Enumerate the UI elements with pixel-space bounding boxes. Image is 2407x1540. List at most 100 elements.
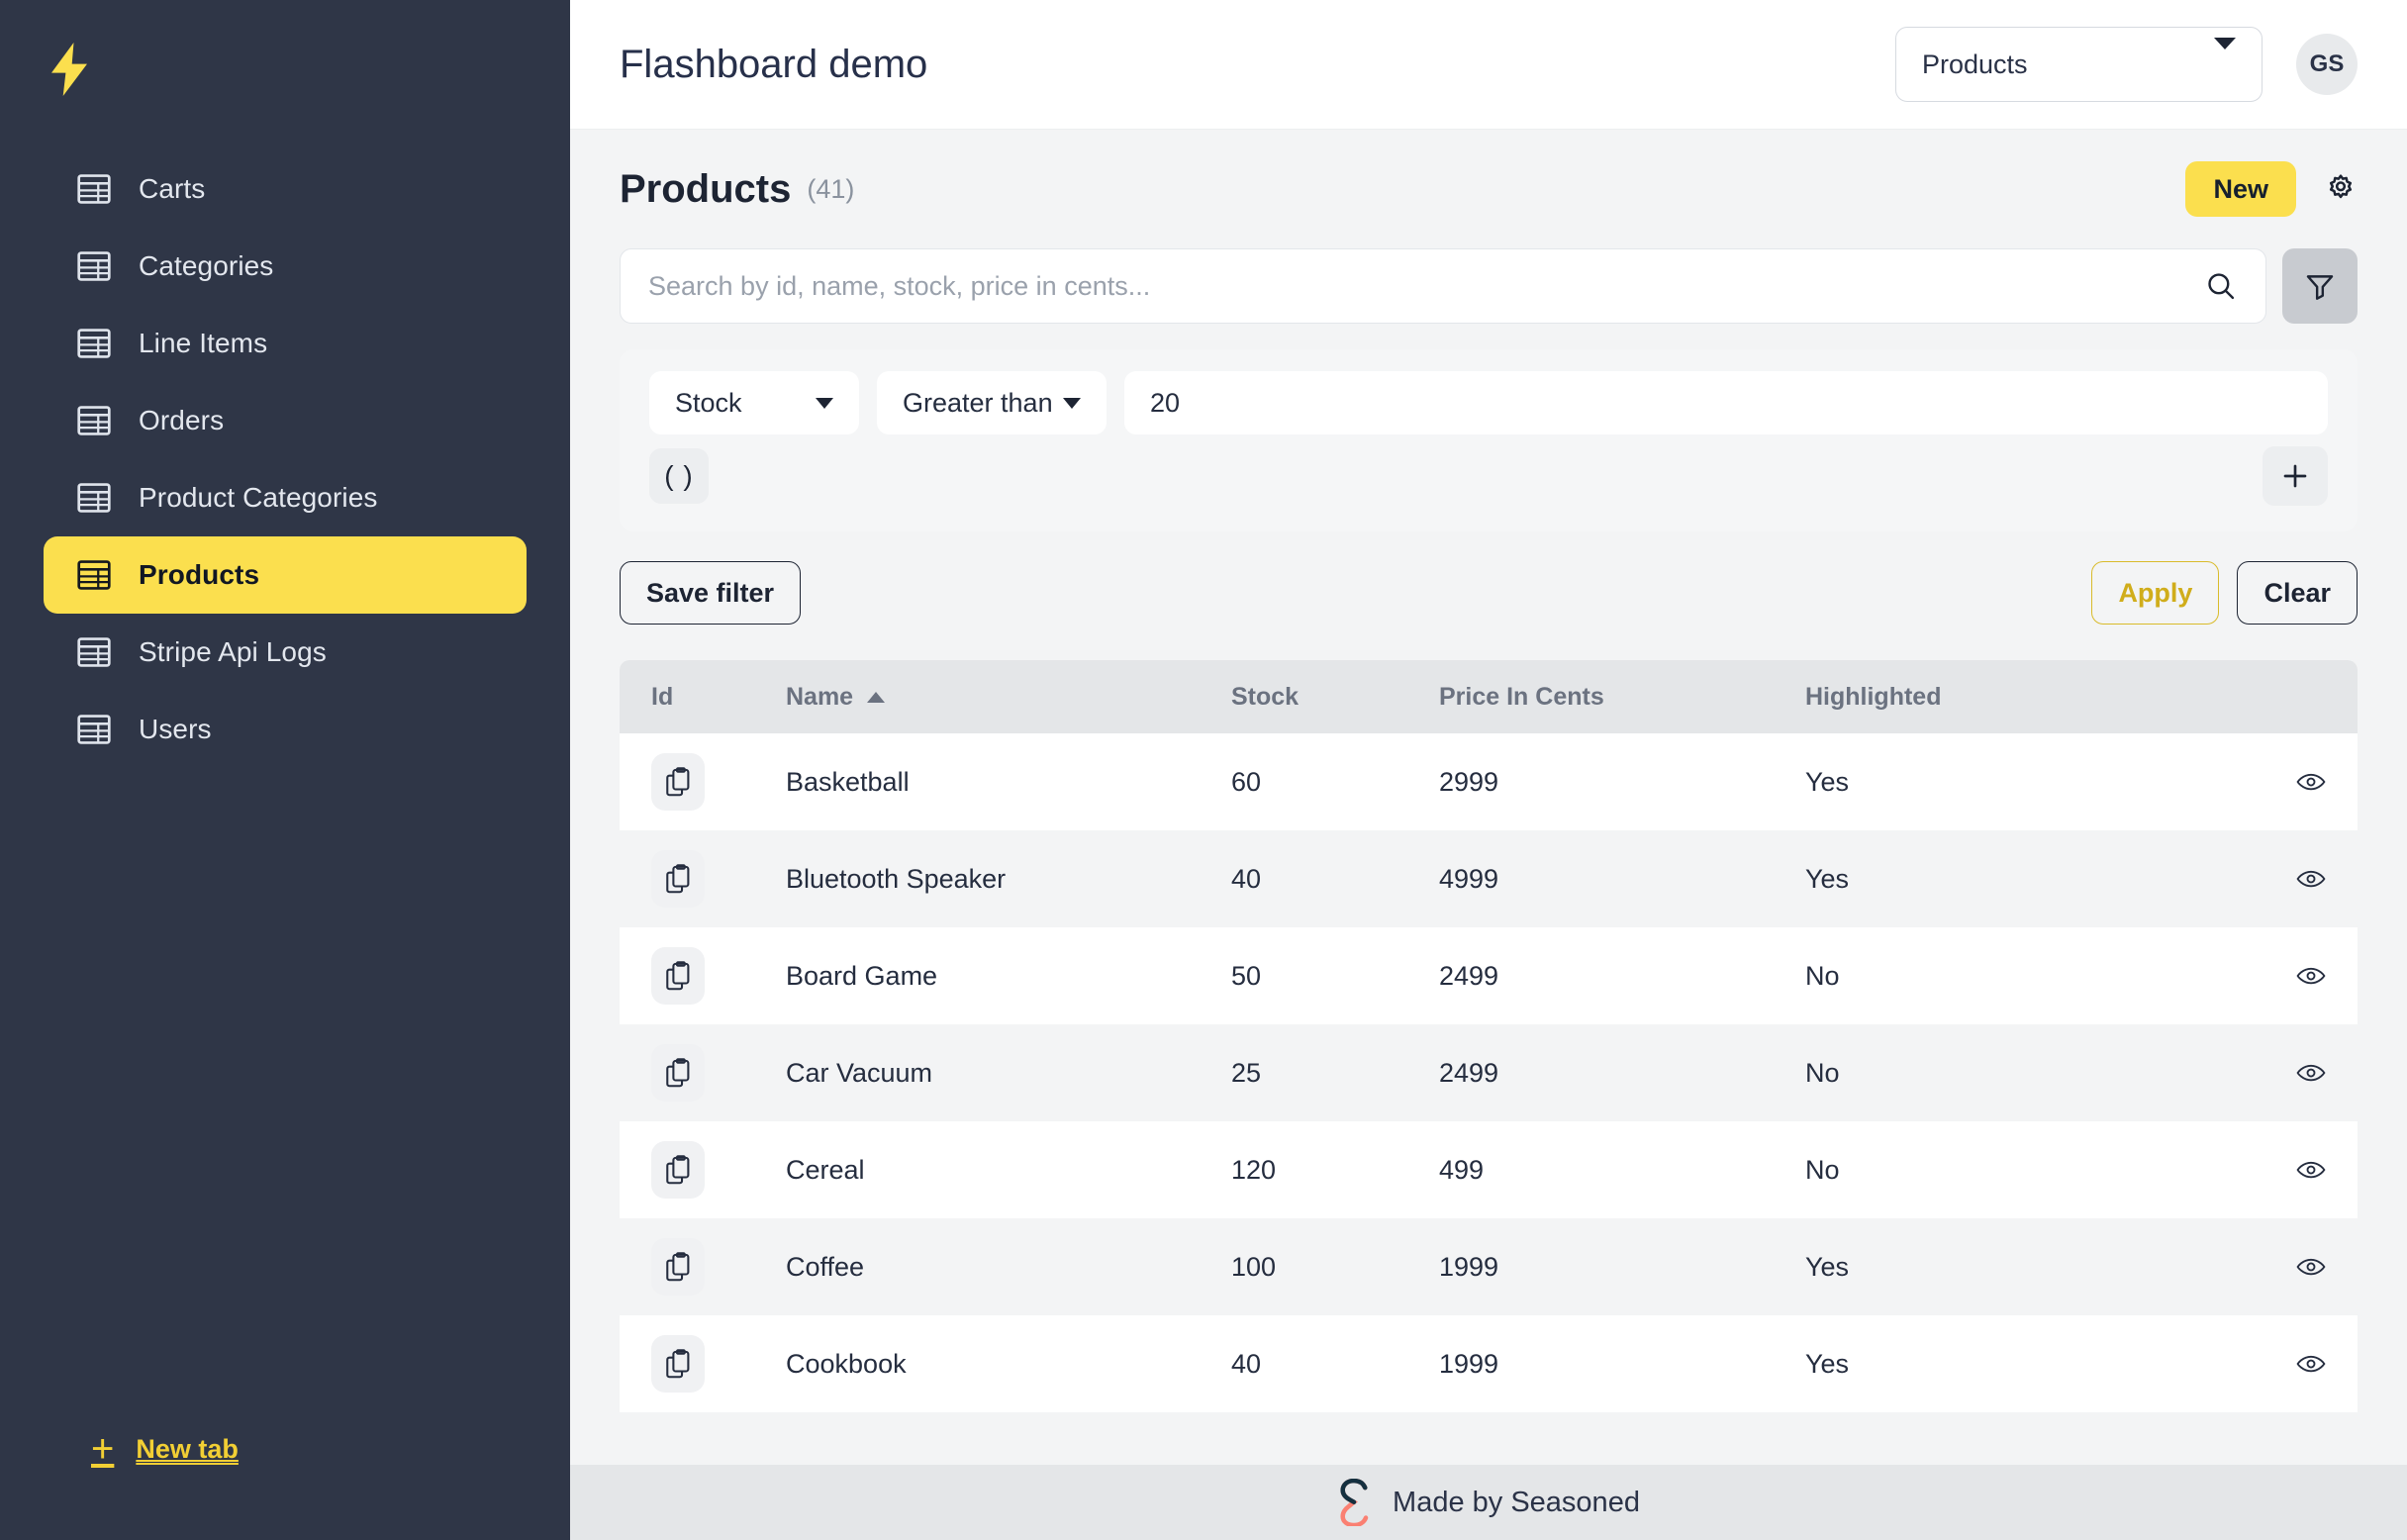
- sidebar-item-users[interactable]: Users: [44, 691, 527, 768]
- view-row-button[interactable]: [2296, 1159, 2326, 1181]
- new-tab-link[interactable]: + New tab: [91, 1429, 239, 1469]
- new-tab-label: New tab: [136, 1433, 239, 1464]
- content: Products (41) New Search by id, name, st…: [570, 130, 2407, 1540]
- cell-name: Board Game: [786, 960, 938, 991]
- chevron-down-icon: [2214, 37, 2236, 80]
- apply-filter-button[interactable]: Apply: [2091, 561, 2220, 625]
- column-header-id[interactable]: Id: [651, 683, 786, 712]
- eye-icon: [2296, 1355, 2326, 1373]
- filter-actions-row: Save filter Apply Clear: [620, 561, 2358, 625]
- settings-button[interactable]: [2324, 172, 2358, 206]
- column-header-highlighted[interactable]: Highlighted: [1805, 683, 2257, 712]
- sidebar-item-carts[interactable]: Carts: [44, 150, 527, 228]
- cell-id: [651, 947, 786, 1005]
- copy-id-button[interactable]: [651, 1044, 705, 1102]
- eye-icon: [2296, 1161, 2326, 1179]
- copy-id-button[interactable]: [651, 753, 705, 811]
- cell-id: [651, 1238, 786, 1296]
- plus-icon: +: [91, 1427, 115, 1471]
- filter-column-select[interactable]: Stock: [649, 371, 859, 434]
- products-table: Id Name Stock Price In Cents Highlighted: [620, 660, 2358, 1412]
- view-row-button[interactable]: [2296, 868, 2326, 890]
- copy-icon: [666, 1252, 690, 1282]
- sidebar-logo[interactable]: [0, 0, 570, 139]
- copy-id-button[interactable]: [651, 1238, 705, 1296]
- avatar[interactable]: GS: [2296, 34, 2358, 95]
- cell-id: [651, 753, 786, 811]
- cell-price: 1999: [1439, 1251, 1499, 1282]
- copy-icon: [666, 767, 690, 797]
- table-row[interactable]: Car Vacuum 25 2499 No: [620, 1024, 2358, 1121]
- view-row-button[interactable]: [2296, 965, 2326, 987]
- topbar-right: Products GS: [1895, 27, 2358, 102]
- page-header: Products (41) New: [620, 130, 2358, 248]
- clear-filter-button[interactable]: Clear: [2237, 561, 2358, 625]
- cell-price: 2499: [1439, 1057, 1499, 1088]
- sidebar-item-orders[interactable]: Orders: [44, 382, 527, 459]
- topbar: Flashboard demo Products GS: [570, 0, 2407, 130]
- filter-condition-row: Stock Greater than: [649, 371, 2328, 434]
- main-area: Flashboard demo Products GS Products (41…: [570, 0, 2407, 1540]
- copy-id-button[interactable]: [651, 850, 705, 908]
- sidebar-item-categories[interactable]: Categories: [44, 228, 527, 305]
- footer: Made by Seasoned: [570, 1465, 2407, 1540]
- filter-operator-select[interactable]: Greater than: [877, 371, 1107, 434]
- sidebar-item-stripe-api-logs[interactable]: Stripe Api Logs: [44, 614, 527, 691]
- cell-actions: [2257, 965, 2326, 987]
- sidebar-item-product-categories[interactable]: Product Categories: [44, 459, 527, 536]
- column-header-stock[interactable]: Stock: [1231, 683, 1439, 712]
- cell-name: Basketball: [786, 766, 910, 797]
- table-row[interactable]: Board Game 50 2499 No: [620, 927, 2358, 1024]
- group-parentheses-button[interactable]: ( ): [649, 448, 709, 504]
- view-row-button[interactable]: [2296, 1353, 2326, 1375]
- table-row[interactable]: Coffee 100 1999 Yes: [620, 1218, 2358, 1315]
- view-row-button[interactable]: [2296, 771, 2326, 793]
- app-title: Flashboard demo: [620, 42, 928, 86]
- column-header-name-label: Name: [786, 682, 854, 711]
- cell-name: Bluetooth Speaker: [786, 863, 1007, 894]
- seasoned-s-logo: [1340, 1479, 1369, 1526]
- eye-icon: [2296, 1064, 2326, 1082]
- save-filter-button[interactable]: Save filter: [620, 561, 802, 625]
- cell-id: [651, 1335, 786, 1393]
- table-row[interactable]: Basketball 60 2999 Yes: [620, 733, 2358, 830]
- copy-id-button[interactable]: [651, 947, 705, 1005]
- sort-ascending-icon: [867, 691, 886, 703]
- copy-id-button[interactable]: [651, 1141, 705, 1199]
- copy-icon: [666, 1058, 690, 1088]
- filter-column-value: Stock: [675, 387, 742, 418]
- filter-controls-row: ( ): [649, 446, 2328, 506]
- view-row-button[interactable]: [2296, 1256, 2326, 1278]
- table-row[interactable]: Cereal 120 499 No: [620, 1121, 2358, 1218]
- sidebar-item-products[interactable]: Products: [44, 536, 527, 614]
- filter-toggle-button[interactable]: [2282, 248, 2358, 324]
- cell-highlighted: No: [1805, 960, 1840, 991]
- cell-highlighted: Yes: [1805, 863, 1850, 894]
- table-row[interactable]: Bluetooth Speaker 40 4999 Yes: [620, 830, 2358, 927]
- cell-highlighted: Yes: [1805, 1348, 1850, 1379]
- add-condition-button[interactable]: [2263, 446, 2328, 506]
- table-icon: [77, 560, 111, 590]
- cell-price: 1999: [1439, 1348, 1499, 1379]
- cell-name: Cereal: [786, 1154, 865, 1185]
- cell-highlighted: No: [1805, 1057, 1840, 1088]
- column-header-name[interactable]: Name: [786, 683, 1231, 712]
- filter-value-input[interactable]: [1124, 371, 2328, 434]
- search-input[interactable]: [648, 270, 2204, 302]
- new-button[interactable]: New: [2185, 161, 2296, 217]
- cell-stock: 40: [1231, 1348, 1262, 1379]
- copy-id-button[interactable]: [651, 1335, 705, 1393]
- eye-icon: [2296, 870, 2326, 888]
- table-select-dropdown[interactable]: Products: [1895, 27, 2263, 102]
- search-box[interactable]: [620, 248, 2266, 324]
- filter-panel: Stock Greater than ( ): [620, 349, 2358, 531]
- sidebar-item-line-items[interactable]: Line Items: [44, 305, 527, 382]
- cell-price: 2499: [1439, 960, 1499, 991]
- column-header-price-in-cents[interactable]: Price In Cents: [1439, 683, 1805, 712]
- sidebar-item-label: Products: [139, 559, 260, 590]
- plus-icon: [2283, 464, 2307, 488]
- sidebar-item-label: Stripe Api Logs: [139, 636, 327, 667]
- table-row[interactable]: Cookbook 40 1999 Yes: [620, 1315, 2358, 1412]
- search-icon[interactable]: [2204, 269, 2238, 303]
- view-row-button[interactable]: [2296, 1062, 2326, 1084]
